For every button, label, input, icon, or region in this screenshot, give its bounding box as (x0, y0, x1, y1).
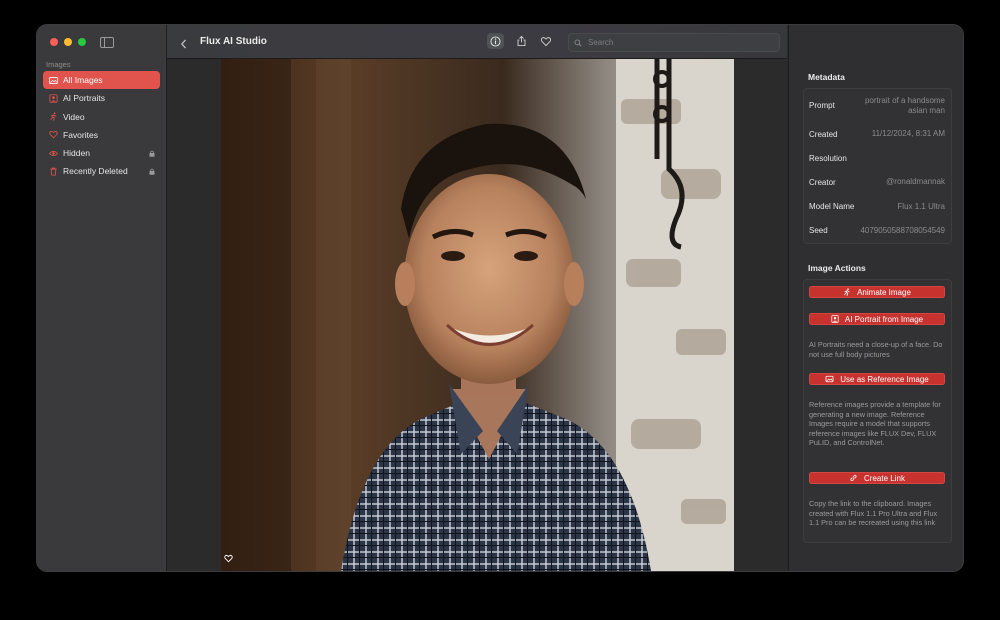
metadata-key: Creator (809, 177, 836, 187)
heart-icon (49, 130, 58, 139)
running-figure-icon (49, 112, 58, 121)
window-controls (50, 38, 86, 46)
sidebar-item-label: Favorites (63, 129, 98, 140)
ai-portrait-button[interactable]: AI Portrait from Image (809, 313, 945, 325)
lock-icon (149, 167, 155, 176)
sidebar-toggle-icon[interactable] (100, 37, 114, 48)
metadata-key: Resolution (809, 153, 847, 163)
sidebar-list: All Images AI Portraits Video Favorites (43, 71, 160, 181)
metadata-value: 4079050588708054549 (860, 225, 945, 235)
favorite-heart-icon[interactable] (224, 550, 233, 568)
metadata-row-prompt: Prompt portrait of a handsome asian man (804, 89, 951, 122)
portrait-icon (49, 94, 58, 103)
create-link-button[interactable]: Create Link (809, 472, 945, 484)
use-as-reference-button[interactable]: Use as Reference Image (809, 373, 945, 385)
link-icon (850, 474, 857, 482)
sidebar-item-video[interactable]: Video (43, 108, 160, 126)
search-input[interactable] (586, 37, 770, 48)
sidebar-item-favorites[interactable]: Favorites (43, 126, 160, 144)
metadata-key: Prompt (809, 101, 835, 110)
info-icon[interactable] (487, 33, 504, 49)
ai-portrait-note: AI Portraits need a close-up of a face. … (809, 340, 943, 359)
button-label: AI Portrait from Image (844, 314, 924, 324)
button-label: Animate Image (857, 287, 911, 297)
heart-icon[interactable] (539, 34, 553, 48)
minimize-window-button[interactable] (64, 38, 72, 46)
trash-icon (49, 167, 58, 176)
metadata-value: portrait of a handsome asian man (864, 95, 945, 115)
metadata-value: @ronaldmannak (886, 177, 945, 187)
sidebar-item-all-images[interactable]: All Images (43, 71, 160, 89)
animate-image-button[interactable]: Animate Image (809, 286, 945, 298)
image-canvas (167, 59, 787, 571)
toolbar: Flux AI Studio (167, 25, 787, 59)
metadata-row-seed: Seed 4079050588708054549 (804, 219, 951, 243)
reference-note: Reference images provide a template for … (809, 400, 941, 447)
lock-icon (149, 149, 155, 157)
metadata-row-resolution: Resolution (804, 146, 951, 170)
eye-icon (49, 149, 58, 158)
sidebar-item-label: Recently Deleted (63, 166, 128, 177)
sidebar-item-hidden[interactable]: Hidden (43, 144, 160, 162)
sidebar-item-recently-deleted[interactable]: Recently Deleted (43, 162, 160, 180)
metadata-key: Created (809, 129, 838, 139)
portrait-image[interactable] (221, 59, 734, 571)
metadata-row-created: Created 11/12/2024, 8:31 AM (804, 122, 951, 146)
search-field[interactable] (568, 33, 780, 52)
image-actions-group: Animate Image AI Portrait from Image AI … (803, 279, 952, 543)
photos-icon (49, 76, 58, 85)
back-icon[interactable] (179, 36, 189, 49)
metadata-key: Model Name (809, 202, 855, 212)
photo-icon (825, 375, 834, 383)
app-window: Images All Images AI Portraits Video Fav… (37, 25, 963, 571)
create-link-note: Copy the link to the clipboard. Images c… (809, 499, 938, 527)
sidebar-item-label: All Images (63, 75, 103, 85)
main-content: Flux AI Studio (167, 25, 787, 571)
close-window-button[interactable] (50, 38, 58, 46)
metadata-key: Seed (809, 226, 828, 236)
button-label: Use as Reference Image (840, 374, 929, 384)
metadata-row-creator: Creator @ronaldmannak (804, 170, 951, 194)
zoom-window-button[interactable] (78, 38, 86, 46)
sidebar-item-ai-portraits[interactable]: AI Portraits (43, 89, 160, 107)
image-actions-heading: Image Actions (808, 263, 866, 273)
window-title: Flux AI Studio (200, 36, 267, 47)
sidebar-item-label: Hidden (63, 148, 90, 159)
sidebar-section-label: Images (46, 60, 71, 69)
sidebar-item-label: AI Portraits (63, 93, 106, 104)
inspector-panel: Metadata Prompt portrait of a handsome a… (788, 25, 963, 571)
search-icon (574, 39, 582, 47)
metadata-heading: Metadata (808, 72, 845, 82)
sidebar-item-label: Video (63, 111, 85, 122)
portrait-icon (831, 315, 839, 323)
share-icon[interactable] (514, 34, 528, 48)
metadata-row-model-name: Model Name Flux 1.1 Ultra (804, 195, 951, 219)
running-figure-icon (844, 288, 850, 296)
metadata-value: Flux 1.1 Ultra (897, 201, 945, 211)
metadata-value: 11/12/2024, 8:31 AM (871, 129, 945, 139)
sidebar: Images All Images AI Portraits Video Fav… (37, 25, 167, 571)
button-label: Create Link (864, 473, 905, 483)
metadata-table: Prompt portrait of a handsome asian man … (803, 88, 952, 244)
